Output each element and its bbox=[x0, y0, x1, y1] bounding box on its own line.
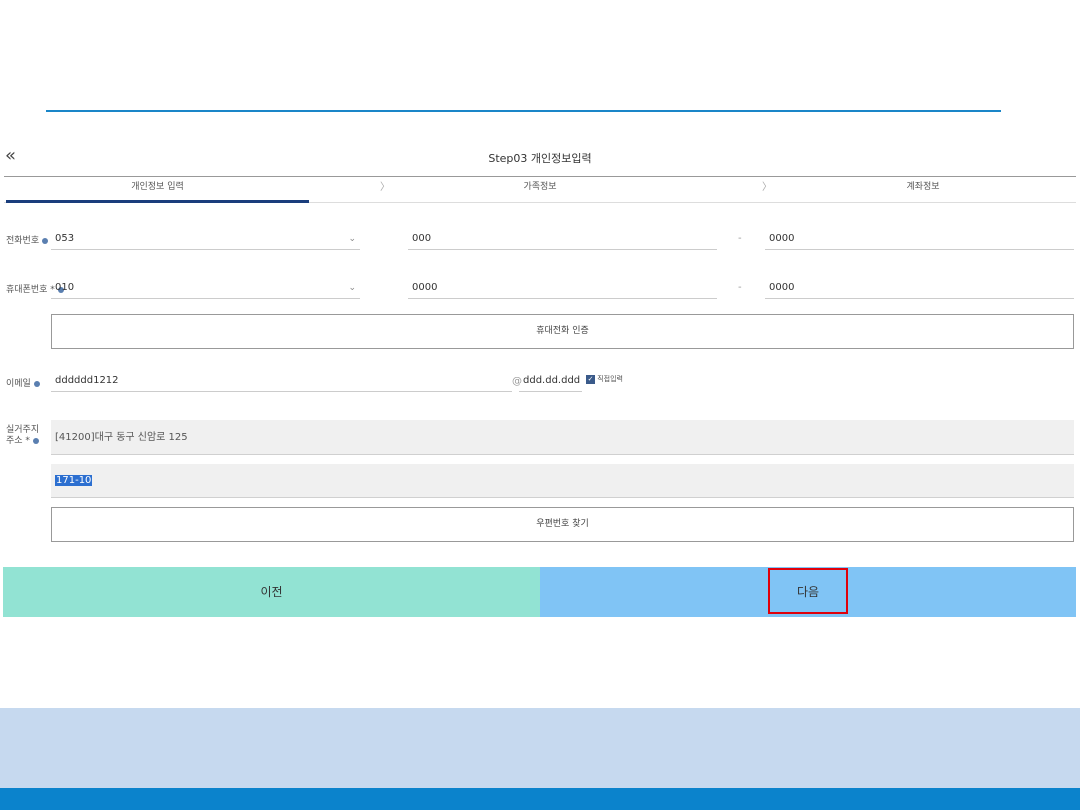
email-domain-input[interactable]: ddd.dd.ddd bbox=[519, 370, 582, 392]
email-local-input[interactable]: dddddd1212 bbox=[51, 370, 512, 392]
info-icon[interactable] bbox=[33, 380, 40, 387]
email-label: 이메일 bbox=[6, 376, 40, 389]
mobile-dash: - bbox=[738, 282, 742, 293]
tab-personal-info[interactable]: 개인정보 입력 bbox=[6, 179, 309, 192]
info-icon[interactable] bbox=[42, 237, 49, 244]
info-icon[interactable] bbox=[32, 437, 39, 444]
tabs-top-border bbox=[4, 176, 1076, 177]
mobile-prefix-select[interactable]: 010 ⌄ bbox=[51, 277, 360, 299]
chevron-down-icon: ⌄ bbox=[348, 234, 356, 244]
next-button-label[interactable]: 다음 bbox=[768, 568, 848, 614]
phone-label: 전화번호 bbox=[6, 233, 49, 246]
footer-bar bbox=[0, 788, 1080, 810]
direct-input-checkbox[interactable]: ✓ 직접입력 bbox=[586, 374, 623, 384]
step-title: Step03 개인정보입력 bbox=[488, 152, 592, 165]
phone-mid-input[interactable]: 000 bbox=[408, 228, 717, 250]
phone-last-input[interactable]: 0000 bbox=[765, 228, 1074, 250]
mobile-verify-button[interactable]: 휴대전화 인증 bbox=[51, 314, 1074, 349]
mobile-mid-input[interactable]: 0000 bbox=[408, 277, 717, 299]
chevron-down-icon: ⌄ bbox=[348, 283, 356, 293]
active-tab-indicator bbox=[6, 200, 309, 203]
address-label: 실거주지주소 * bbox=[6, 425, 40, 446]
phone-area-select[interactable]: 053 ⌄ bbox=[51, 228, 360, 250]
tab-family-info[interactable]: 가족정보 bbox=[390, 179, 690, 192]
mobile-last-input[interactable]: 0000 bbox=[765, 277, 1074, 299]
header-divider bbox=[46, 110, 1001, 112]
postcode-search-button[interactable]: 우편번호 찾기 bbox=[51, 507, 1074, 542]
selected-text: 171-10 bbox=[55, 475, 93, 486]
prev-button[interactable]: 이전 bbox=[3, 567, 540, 617]
footer-panel bbox=[0, 708, 1080, 788]
tab-account-info[interactable]: 계좌정보 bbox=[770, 179, 1076, 192]
tab-separator-icon: 〉 bbox=[380, 182, 390, 193]
address-line2-field[interactable]: 171-10 bbox=[51, 464, 1074, 498]
address-line1-field[interactable]: [41200]대구 동구 신암로 125 bbox=[51, 420, 1074, 455]
phone-dash: - bbox=[738, 233, 742, 244]
checkbox-checked-icon: ✓ bbox=[586, 374, 595, 384]
